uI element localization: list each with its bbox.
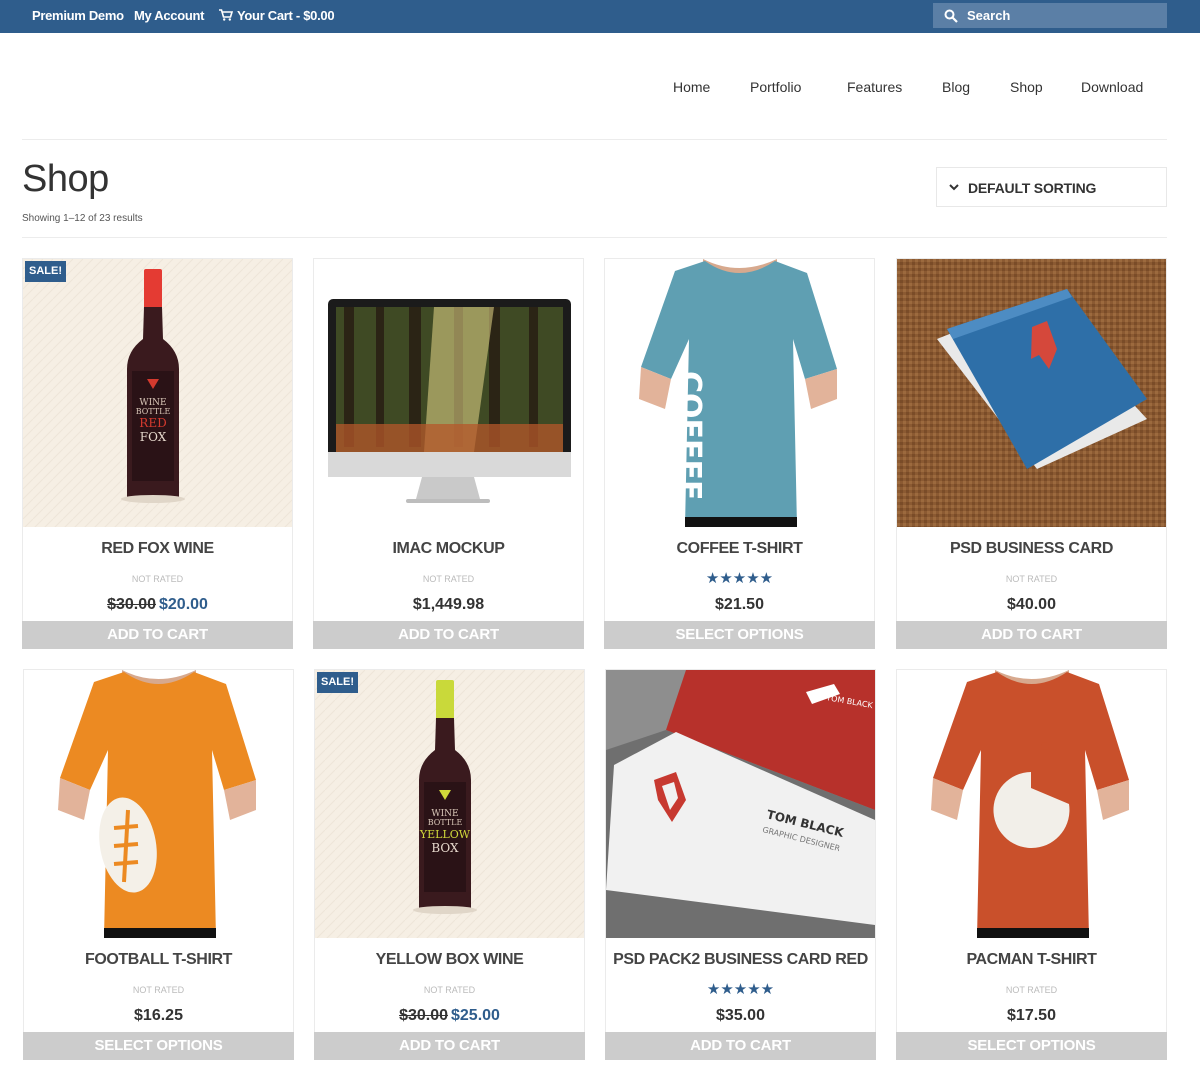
product-name[interactable]: PACMAN T-SHIRT [897,951,1166,969]
product-card-psd-pack2-business-card-red: TOM BLACK TOM BLACK GRAPHIC DESIGNER PSD… [605,669,876,1060]
wine-bottle-image: WINE BOTTLE YELLOW BOX [315,670,584,938]
divider [22,237,1167,238]
wine-label-text: RED [139,416,166,430]
product-image[interactable] [897,670,1166,938]
search-input[interactable] [967,5,1157,26]
select-options-button[interactable]: SELECT OPTIONS [604,621,875,649]
old-price: $30.00 [107,596,156,613]
result-count: Showing 1–12 of 23 results [22,213,143,224]
nav-download[interactable]: Download [1081,79,1143,95]
product-price: $30.00 $20.00 [23,596,292,614]
product-image[interactable] [24,670,293,938]
add-to-cart-button[interactable]: ADD TO CART [314,1032,585,1060]
nav-blog[interactable]: Blog [942,79,970,95]
product-price: $40.00 [1007,596,1056,613]
add-to-cart-button[interactable]: ADD TO CART [896,621,1167,649]
nav-home[interactable]: Home [673,79,710,95]
rating-status: NOT RATED [1005,574,1058,584]
wine-label-text: BOX [431,841,459,855]
rating-status: NOT RATED [131,574,184,584]
sale-price: $20.00 [159,596,208,613]
wine-bottle-image: WINE BOTTLE RED FOX [23,259,292,527]
product-price: $35.00 [716,1007,765,1024]
product-name[interactable]: YELLOW BOX WINE [315,951,584,969]
rating-status: NOT RATED [422,574,475,584]
product-card-football-t-shirt: FOOTBALL T-SHIRT NOT RATED $16.25 SELECT… [23,669,294,1060]
rating-status: NOT RATED [132,985,185,995]
business-card-image: TOM BLACK TOM BLACK GRAPHIC DESIGNER [606,670,875,938]
product-card-yellow-box-wine: WINE BOTTLE YELLOW BOX SALE! YELLOW BOX … [314,669,585,1060]
sorting-label: DEFAULT SORTING [968,180,1097,196]
product-name[interactable]: FOOTBALL T-SHIRT [24,951,293,969]
old-price: $30.00 [399,1007,448,1024]
product-name[interactable]: RED FOX WINE [23,540,292,558]
product-image[interactable]: WINE BOTTLE YELLOW BOX [315,670,584,938]
select-options-button[interactable]: SELECT OPTIONS [23,1032,294,1060]
wine-label-text: YELLOW [419,828,471,841]
page-title: Shop [22,158,109,200]
add-to-cart-button[interactable]: ADD TO CART [313,621,584,649]
wine-label-text: BOTTLE [428,818,463,827]
t-shirt-image [24,670,293,938]
chevron-down-icon [949,184,959,191]
product-image[interactable]: WINE BOTTLE RED FOX [23,259,292,527]
sale-badge: SALE! [25,261,66,282]
product-image[interactable]: TOM BLACK TOM BLACK GRAPHIC DESIGNER [606,670,875,938]
product-name[interactable]: IMAC MOCKUP [314,540,583,558]
cart-icon[interactable] [219,9,233,21]
nav-features[interactable]: Features [847,79,902,95]
sale-badge: SALE! [317,672,358,693]
sale-price: $25.00 [451,1007,500,1024]
product-price: $1,449.98 [412,596,485,613]
rating-status: NOT RATED [423,985,476,995]
product-price: $30.00 $25.00 [315,1007,584,1025]
rating-status: NOT RATED [1005,985,1058,995]
imac-image [314,259,583,527]
wine-label-text: FOX [140,430,167,444]
nav-shop[interactable]: Shop [1010,79,1043,95]
shirt-print-text: COFFEE [672,371,707,501]
business-card-image [897,259,1166,527]
search-box[interactable] [933,3,1167,28]
product-name[interactable]: COFFEE T-SHIRT [605,540,874,558]
product-name[interactable]: PSD PACK2 BUSINESS CARD RED [606,951,875,969]
sorting-dropdown[interactable]: DEFAULT SORTING [936,167,1167,207]
product-card-pacman-t-shirt: PACMAN T-SHIRT NOT RATED $17.50 SELECT O… [896,669,1167,1060]
t-shirt-image: COFFEE [605,259,874,527]
my-account-link[interactable]: My Account [134,8,205,23]
product-image[interactable]: COFFEE [605,259,874,527]
t-shirt-image [897,670,1166,938]
product-price: $17.50 [1007,1007,1056,1024]
product-card-coffee-t-shirt: COFFEE COFFEE T-SHIRT ★★★★★ $21.50 SELEC… [604,258,875,649]
product-card-psd-business-card: PSD BUSINESS CARD NOT RATED $40.00 ADD T… [896,258,1167,649]
nav-portfolio[interactable]: Portfolio [750,79,801,95]
product-card-red-fox-wine: WINE BOTTLE RED FOX SALE! RED FOX WINE N… [22,258,293,649]
star-rating: ★★★★★ [705,570,774,587]
divider [22,139,1167,140]
premium-demo-link[interactable]: Premium Demo [32,8,124,23]
star-rating: ★★★★★ [706,981,775,998]
product-image[interactable] [897,259,1166,527]
wine-label-text: BOTTLE [136,407,171,416]
search-icon [944,9,958,23]
product-price: $16.25 [134,1007,183,1024]
product-card-imac-mockup: IMAC MOCKUP NOT RATED $1,449.98 ADD TO C… [313,258,584,649]
product-image[interactable] [314,259,583,527]
top-bar: Premium Demo My Account Your Cart - $0.0… [0,0,1200,33]
product-name[interactable]: PSD BUSINESS CARD [897,540,1166,558]
select-options-button[interactable]: SELECT OPTIONS [896,1032,1167,1060]
add-to-cart-button[interactable]: ADD TO CART [605,1032,876,1060]
product-price: $21.50 [715,596,764,613]
add-to-cart-button[interactable]: ADD TO CART [22,621,293,649]
cart-link[interactable]: Your Cart - $0.00 [237,8,335,23]
